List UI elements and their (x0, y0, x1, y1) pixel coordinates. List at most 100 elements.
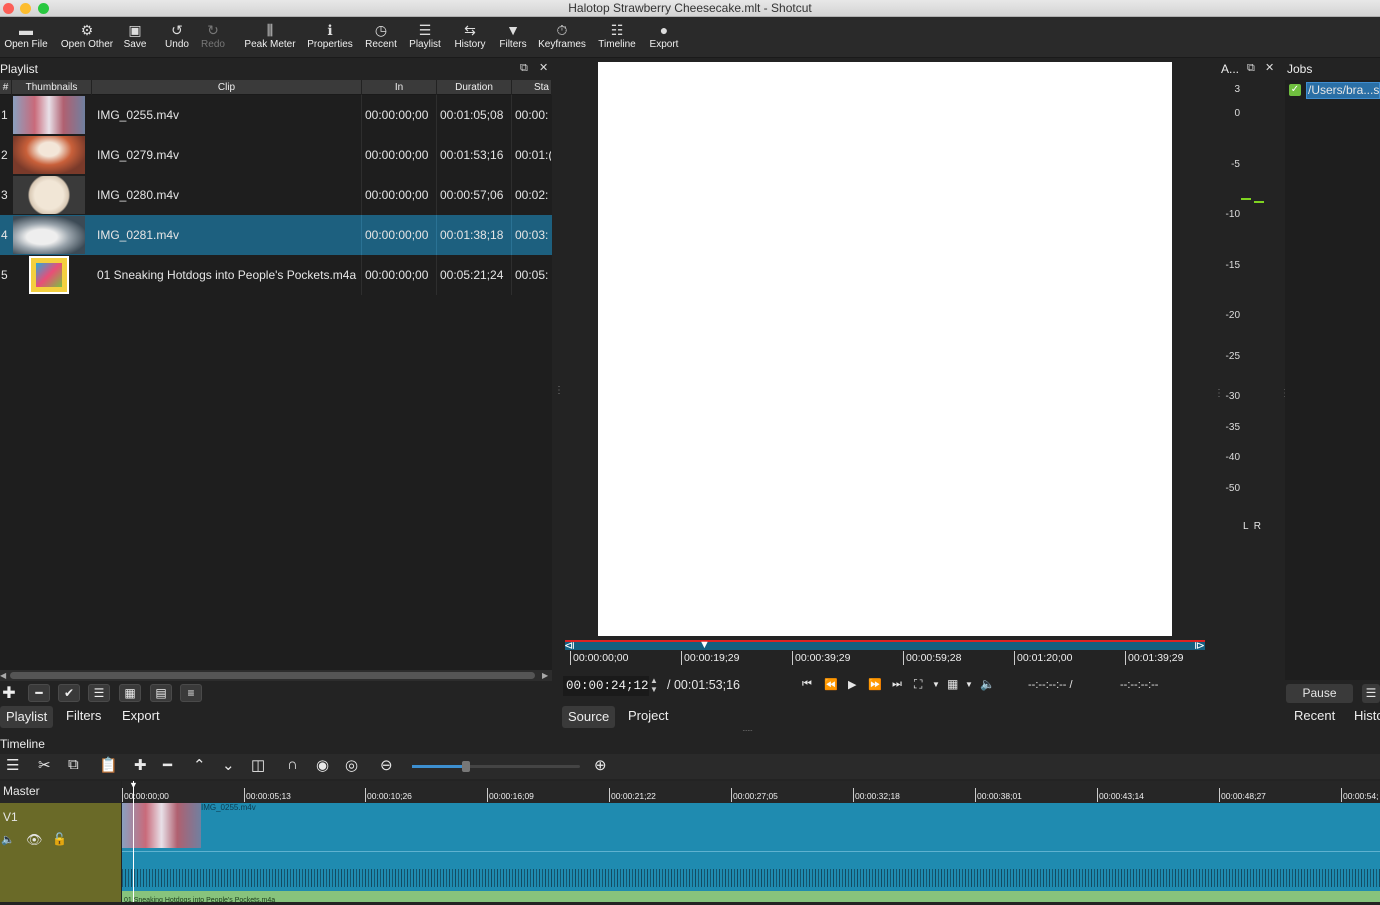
timeline-ruler[interactable]: 00:00:00;00 00:00:05;13 00:00:10;26 00:0… (122, 780, 1380, 803)
tab-playlist[interactable]: Playlist (0, 706, 54, 728)
remove-icon[interactable]: ━ (163, 756, 172, 774)
timeline-button[interactable]: ☷ Timeline (597, 19, 637, 57)
playlist-row[interactable]: 5 01 Sneaking Hotdogs into People's Pock… (0, 255, 552, 295)
splitter-handle[interactable]: ⋮ (554, 386, 564, 396)
zoom-viewer-icon[interactable]: ⛶ (914, 677, 922, 692)
recent-button[interactable]: ◷ Recent (363, 19, 399, 57)
lock-icon[interactable]: 🔓 (52, 832, 67, 846)
timecode-input[interactable]: 00:00:24;12 (563, 676, 649, 696)
video-viewer[interactable] (598, 62, 1172, 636)
grid-toggle-icon[interactable]: ▦ (947, 677, 958, 691)
zoom-in-icon[interactable]: ⊕ (594, 756, 607, 774)
playlist-row[interactable]: 3 IMG_0280.m4v 00:00:00;00 00:00:57;06 0… (0, 175, 552, 215)
chevron-down-icon[interactable]: ▼ (932, 680, 940, 689)
overwrite-icon[interactable]: ⌄ (222, 756, 235, 774)
splitter-handle[interactable]: ······ (742, 726, 753, 735)
undo-button[interactable]: ↺ Undo (162, 19, 192, 57)
ruler-tick: 00:00:59;28 (903, 651, 961, 665)
tiles-view-button[interactable]: ▦ (119, 684, 141, 702)
tab-project[interactable]: Project (622, 705, 674, 727)
playlist-button[interactable]: ☰ Playlist (407, 19, 443, 57)
mute-icon[interactable]: 🔈 (1, 833, 15, 846)
zoom-window-button[interactable] (38, 3, 49, 14)
close-panel-icon[interactable]: ✕ (1265, 61, 1274, 74)
playlist-row[interactable]: 4 IMG_0281.m4v 00:00:00;00 00:01:38;18 0… (0, 215, 552, 255)
float-panel-icon[interactable]: ⧉ (520, 62, 528, 75)
playlist-row[interactable]: 2 IMG_0279.m4v 00:00:00;00 00:01:53;16 0… (0, 135, 552, 175)
lift-icon[interactable]: ⌃ (193, 756, 206, 774)
playlist-row[interactable]: 1 IMG_0255.m4v 00:00:00;00 00:01:05;08 0… (0, 95, 552, 135)
append-icon[interactable]: ✚ (134, 756, 147, 774)
volume-icon[interactable]: 🔈 (980, 677, 995, 691)
save-button[interactable]: ▣ Save (120, 19, 150, 57)
skip-next-icon[interactable]: ⏭ (892, 678, 902, 691)
paste-icon[interactable]: 📋 (99, 756, 118, 774)
out-marker-icon[interactable]: ⧐ (1194, 639, 1205, 652)
column-duration[interactable]: Duration (437, 80, 512, 95)
split-icon[interactable]: ◫ (251, 756, 265, 774)
timeline-playhead[interactable] (133, 781, 134, 902)
scroll-left-icon[interactable]: ◀ (0, 671, 6, 680)
cut-icon[interactable]: ✂ (38, 756, 51, 774)
playlist-menu-button[interactable]: ≡ (180, 684, 202, 702)
play-icon[interactable]: ▶ (848, 678, 856, 691)
float-panel-icon[interactable]: ⧉ (1247, 62, 1255, 75)
open-file-button[interactable]: ▬ Open File (2, 19, 50, 57)
zoom-slider-handle[interactable] (462, 761, 470, 772)
ripple-icon[interactable]: ◎ (345, 756, 358, 774)
filters-button[interactable]: ▼ Filters (496, 19, 530, 57)
open-other-button[interactable]: ⚙ Open Other (58, 19, 116, 57)
close-panel-icon[interactable]: ✕ (539, 61, 548, 74)
jobs-menu-icon[interactable]: ☰ (1362, 684, 1380, 703)
chevron-down-icon[interactable]: ▼ (965, 680, 973, 689)
scrollbar-thumb[interactable] (10, 672, 535, 679)
column-start[interactable]: Sta (512, 80, 552, 95)
scrubber-bar[interactable]: ⧏ ⧐ ▼ 00:00:00;00 00:00:19;29 00:00:39;2… (564, 639, 1205, 668)
history-button[interactable]: ⇆ History (452, 19, 488, 57)
tab-source[interactable]: Source (562, 706, 616, 728)
close-window-button[interactable] (3, 3, 14, 14)
tab-history[interactable]: Histo (1348, 705, 1380, 727)
tab-recent[interactable]: Recent (1288, 705, 1341, 727)
track-header-v1[interactable]: V1 🔈 👁 🔓 (0, 803, 121, 902)
peak-meter-button[interactable]: ⫼ Peak Meter (243, 19, 297, 57)
eye-icon[interactable]: 👁 (26, 832, 43, 848)
track-v1[interactable]: IMG_0255.m4v 01 Sneaking Hotdogs into Pe… (122, 803, 1380, 904)
column-in[interactable]: In (362, 80, 437, 95)
details-view-button[interactable]: ☰ (88, 684, 110, 702)
playhead-icon[interactable]: ▼ (699, 639, 710, 651)
timeline-menu-icon[interactable]: ☰ (6, 756, 19, 774)
keyframes-button[interactable]: ⏱ Keyframes (538, 19, 586, 57)
redo-button[interactable]: ↻ Redo (198, 19, 228, 57)
minimize-window-button[interactable] (20, 3, 31, 14)
export-button[interactable]: ● Export (647, 19, 681, 57)
scroll-right-icon[interactable]: ▶ (542, 671, 548, 680)
job-item[interactable]: /Users/bra...s (1306, 82, 1380, 99)
zoom-out-icon[interactable]: ⊖ (380, 756, 393, 774)
splitter-handle[interactable]: ⋮ (1214, 388, 1224, 399)
fast-forward-icon[interactable]: ⏩ (868, 678, 882, 691)
playlist-scrollbar[interactable]: ◀ ▶ (0, 670, 552, 681)
pause-jobs-button[interactable]: Pause (1286, 684, 1353, 703)
update-clip-button[interactable]: ✔ (58, 684, 80, 702)
column-thumbnails[interactable]: Thumbnails (12, 80, 92, 95)
tab-filters[interactable]: Filters (60, 705, 107, 727)
remove-clip-button[interactable]: ━ (28, 684, 50, 702)
properties-button[interactable]: ℹ Properties (305, 19, 355, 57)
zoom-slider[interactable] (412, 761, 580, 772)
audio-clip[interactable]: 01 Sneaking Hotdogs into People's Pocket… (122, 891, 1380, 904)
icons-view-button[interactable]: ▤ (150, 684, 172, 702)
copy-icon[interactable]: ⧉ (68, 756, 79, 773)
skip-previous-icon[interactable]: ⏮ (802, 678, 812, 691)
rewind-icon[interactable]: ⏪ (824, 678, 838, 691)
column-clip[interactable]: Clip (92, 80, 362, 95)
timeline-panel-title: Timeline (0, 737, 45, 751)
ruler-mark: 00:00:05;13 (244, 788, 291, 802)
add-clip-icon[interactable]: ✚ (0, 683, 18, 703)
column-number[interactable]: # (0, 80, 12, 95)
timecode-spinner[interactable]: ▲ ▼ (650, 676, 658, 694)
snap-icon[interactable]: ∩ (287, 756, 298, 773)
scrub-audio-icon[interactable]: ◉ (316, 756, 329, 774)
tab-export[interactable]: Export (116, 705, 166, 727)
scrub-track[interactable] (565, 640, 1205, 650)
